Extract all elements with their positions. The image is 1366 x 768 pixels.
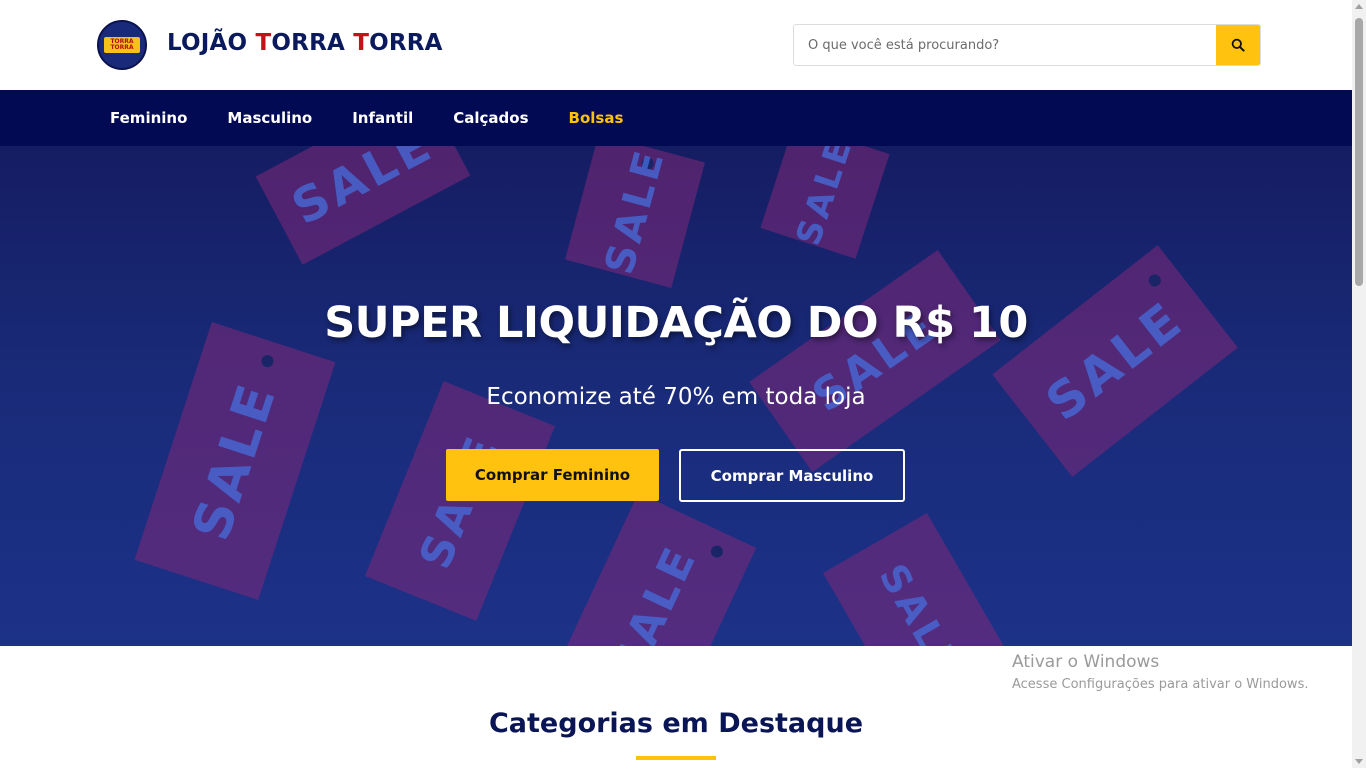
nav-item-calcados[interactable]: Calçados [453, 109, 528, 127]
scroll-up-arrow-icon[interactable] [1355, 4, 1363, 9]
hero-title: SUPER LIQUIDAÇÃO DO R$ 10 [324, 298, 1028, 348]
nav-item-bolsas[interactable]: Bolsas [569, 109, 624, 127]
sale-tag-text: SALE [596, 146, 674, 280]
sale-tag: SALE [992, 245, 1238, 477]
shop-men-button[interactable]: Comprar Masculino [679, 449, 905, 502]
page: TORRA TORRA LOJÃO TORRA TORRA Feminino M… [0, 0, 1366, 768]
sale-tag: SALE [553, 492, 757, 646]
sale-tag-text: SALE [283, 146, 443, 237]
brand-letter-t2: T [353, 30, 370, 56]
site-header: TORRA TORRA LOJÃO TORRA TORRA [0, 0, 1352, 90]
sale-tag: SALE [760, 146, 890, 259]
search-input[interactable] [794, 25, 1216, 65]
sale-tag-text: SALE [870, 556, 970, 646]
brand-part-3: ORRA [369, 30, 443, 56]
brand-part-2: ORRA [271, 30, 354, 56]
logo-badge: TORRA TORRA [104, 37, 140, 53]
store-logo[interactable]: TORRA TORRA [97, 20, 147, 70]
sale-tag: SALE [823, 513, 1017, 646]
shop-women-button[interactable]: Comprar Feminino [446, 449, 659, 501]
page-scrollbar[interactable] [1352, 0, 1366, 768]
tag-hole [259, 353, 276, 369]
sale-tag: SALE [565, 146, 705, 289]
sale-tag: SALE [365, 381, 555, 621]
hero-subtitle: Economize até 70% em toda loja [486, 384, 866, 410]
nav-item-feminino[interactable]: Feminino [110, 109, 187, 127]
search-button[interactable] [1216, 25, 1260, 65]
logo-text: TORRA TORRA [110, 38, 134, 51]
sale-tag: SALE [134, 322, 336, 600]
sale-tag-text: SALE [602, 536, 708, 646]
tag-hole [708, 543, 725, 560]
nav-item-masculino[interactable]: Masculino [227, 109, 312, 127]
search-bar [793, 24, 1261, 66]
hero-banner: SALE SALE SALE SALE SALE SALE SALE SALE … [0, 146, 1352, 646]
sale-tag-text: SALE [788, 146, 862, 251]
categories-title: Categorias em Destaque [488, 708, 864, 739]
scroll-down-arrow-icon[interactable] [1355, 759, 1363, 764]
windows-activation-title: Ativar o Windows [1012, 652, 1160, 672]
title-underline [636, 756, 716, 760]
brand-name[interactable]: LOJÃO TORRA TORRA [167, 30, 443, 56]
sale-tag: SALE [255, 146, 471, 265]
scroll-thumb[interactable] [1355, 18, 1363, 286]
sale-tag: SALE [749, 249, 1001, 473]
brand-letter-t1: T [255, 30, 272, 56]
nav-item-infantil[interactable]: Infantil [352, 109, 413, 127]
windows-activation-subtitle: Acesse Configurações para ativar o Windo… [1012, 677, 1309, 692]
search-icon [1231, 38, 1245, 52]
brand-part-1: LOJÃO [167, 30, 256, 56]
main-nav: Feminino Masculino Infantil Calçados Bol… [0, 90, 1352, 146]
tag-hole [1146, 271, 1164, 289]
